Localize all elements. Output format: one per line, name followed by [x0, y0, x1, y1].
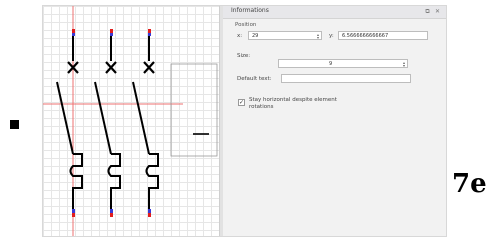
- y-label: y:: [329, 33, 334, 39]
- close-icon[interactable]: ✕: [434, 8, 441, 15]
- x-value: 29: [252, 33, 259, 39]
- bullet-marker: [10, 120, 19, 129]
- x-spinner[interactable]: ▴ ▾: [317, 33, 319, 40]
- breaker-pole-1: [56, 29, 83, 217]
- size-spinner[interactable]: ▴ ▾: [403, 61, 405, 68]
- schematic-canvas[interactable]: [43, 6, 219, 236]
- y-value: 6.5666666666667: [342, 33, 389, 39]
- circuit-breaker-symbol[interactable]: [43, 6, 219, 236]
- x-label: x:: [237, 33, 243, 39]
- element-bounding-box: [170, 63, 218, 157]
- size-value: 9: [329, 61, 333, 67]
- float-icon[interactable]: ⧉: [424, 8, 431, 15]
- panel-title: Informations: [231, 7, 269, 14]
- breaker-pole-2: [94, 29, 121, 217]
- size-label: Size:: [237, 53, 251, 59]
- panel-header: Informations ⧉ ✕: [223, 6, 446, 19]
- editor-window: Informations ⧉ ✕ Position x: 29 ▴ ▾ y: 6.…: [42, 5, 447, 237]
- informations-panel: Informations ⧉ ✕ Position x: 29 ▴ ▾ y: 6.…: [223, 6, 446, 236]
- position-group-title: Position: [235, 22, 257, 28]
- size-input[interactable]: 9 ▴ ▾: [278, 59, 408, 68]
- y-input[interactable]: 6.5666666666667: [338, 31, 428, 40]
- checkmark-icon: ✓: [239, 99, 245, 106]
- side-label: 7e: [452, 169, 487, 199]
- default-text-input[interactable]: [281, 74, 411, 83]
- stay-horizontal-label: Stay horizontal despite element rotation…: [249, 97, 337, 110]
- x-input[interactable]: 29 ▴ ▾: [248, 31, 322, 40]
- default-text-label: Default text:: [237, 76, 272, 82]
- stay-horizontal-checkbox[interactable]: ✓: [238, 99, 245, 106]
- breaker-pole-3: [132, 29, 159, 217]
